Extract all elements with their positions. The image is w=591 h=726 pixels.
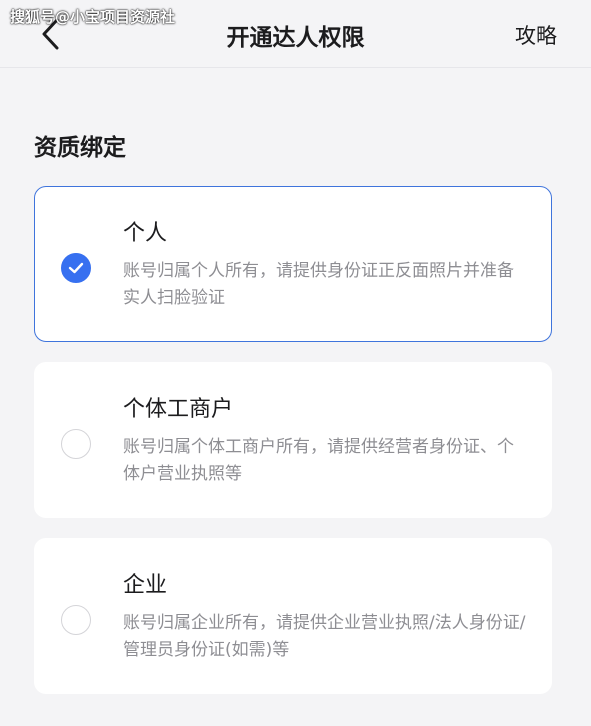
radio-unchecked[interactable] [61,605,91,635]
section-title: 资质绑定 [34,135,126,161]
option-description: 账号归属企业所有，请提供企业营业执照/法人身份证/管理员身份证(如需)等 [123,613,526,660]
option-card-enterprise[interactable]: 企业 账号归属企业所有，请提供企业营业执照/法人身份证/管理员身份证(如需)等 [34,538,552,694]
guide-link[interactable]: 攻略 [515,20,557,50]
option-title: 个人 [123,221,168,246]
option-title: 个体工商户 [123,397,234,422]
option-title: 企业 [123,573,168,598]
radio-checked[interactable] [61,253,91,283]
option-card-individual-business[interactable]: 个体工商户 账号归属个体工商户所有，请提供经营者身份证、个体户营业执照等 [34,362,552,518]
option-description: 账号归属个体工商户所有，请提供经营者身份证、个体户营业执照等 [123,437,514,484]
option-description: 账号归属个人所有，请提供身份证正反面照片并准备实人扫脸验证 [123,261,514,308]
radio-unchecked[interactable] [61,429,91,459]
option-card-personal[interactable]: 个人 账号归属个人所有，请提供身份证正反面照片并准备实人扫脸验证 [34,186,552,342]
watermark-text: 搜狐号@小宝项目资源社 [10,8,176,26]
checkmark-icon [68,262,84,274]
